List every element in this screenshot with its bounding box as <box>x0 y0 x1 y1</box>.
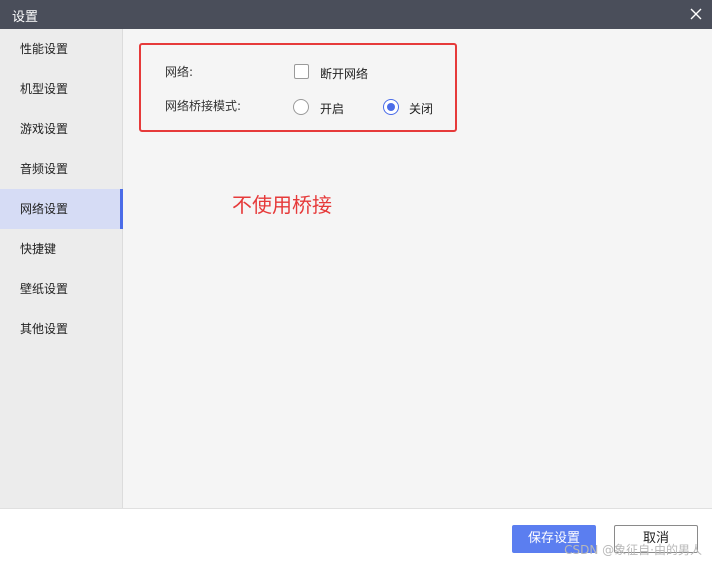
highlight-annotation-box <box>139 43 457 132</box>
sidebar-item-performance[interactable]: 性能设置 <box>0 29 122 69</box>
disconnect-network-label[interactable]: 断开网络 <box>320 65 368 82</box>
sidebar-item-label: 机型设置 <box>20 82 69 96</box>
sidebar-item-wallpaper[interactable]: 壁纸设置 <box>0 269 122 309</box>
annotation-text: 不使用桥接 <box>232 193 332 217</box>
sidebar-item-label: 游戏设置 <box>20 122 69 136</box>
sidebar-item-network[interactable]: 网络设置 <box>0 189 123 229</box>
bridge-on-label[interactable]: 开启 <box>320 100 344 117</box>
bridge-off-label[interactable]: 关闭 <box>409 100 433 117</box>
settings-window: 设置 性能设置 机型设置 游戏设置 音频设置 网络设置 快捷键 壁纸设置 其他设… <box>0 0 712 564</box>
close-icon[interactable] <box>686 4 706 24</box>
sidebar-item-label: 快捷键 <box>20 242 57 256</box>
bridge-mode-label: 网络桥接模式: <box>165 99 242 113</box>
sidebar-item-device-model[interactable]: 机型设置 <box>0 69 122 109</box>
settings-sidebar: 性能设置 机型设置 游戏设置 音频设置 网络设置 快捷键 壁纸设置 其他设置 <box>0 29 123 508</box>
bridge-off-radio[interactable] <box>383 99 399 115</box>
sidebar-item-label: 壁纸设置 <box>20 282 69 296</box>
sidebar-item-label: 音频设置 <box>20 162 69 176</box>
dialog-footer: 保存设置 取消 CSDN @象征自·由的男人 <box>0 508 712 564</box>
sidebar-item-label: 性能设置 <box>20 42 69 56</box>
network-label: 网络: <box>165 65 194 79</box>
sidebar-item-label: 网络设置 <box>20 202 69 216</box>
bridge-on-radio[interactable] <box>293 99 309 115</box>
network-settings-panel: 网络: 断开网络 网络桥接模式: 开启 关闭 不使用桥接 <box>123 29 712 508</box>
window-title: 设置 <box>12 10 39 25</box>
watermark: CSDN @象征自·由的男人 <box>564 543 702 557</box>
sidebar-item-game[interactable]: 游戏设置 <box>0 109 122 149</box>
title-bar: 设置 <box>0 0 712 29</box>
sidebar-item-shortcuts[interactable]: 快捷键 <box>0 229 122 269</box>
sidebar-item-audio[interactable]: 音频设置 <box>0 149 122 189</box>
disconnect-network-checkbox[interactable] <box>294 64 309 79</box>
sidebar-item-other[interactable]: 其他设置 <box>0 309 122 349</box>
sidebar-item-label: 其他设置 <box>20 322 69 336</box>
